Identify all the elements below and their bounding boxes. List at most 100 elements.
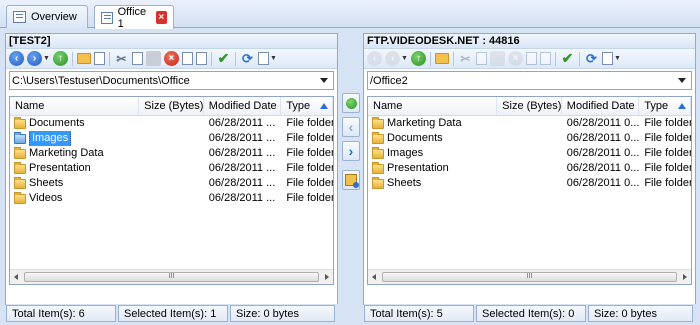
up-folder-icon[interactable]: ↑ (410, 51, 426, 66)
column-modified-date[interactable]: Modified Date (562, 97, 640, 116)
sync-button[interactable] (342, 170, 360, 190)
scroll-right-icon[interactable] (325, 274, 329, 280)
table-row[interactable]: Marketing Data 06/28/2011 0... File fold… (368, 116, 691, 131)
back-icon[interactable]: ‹ (367, 51, 382, 66)
table-row[interactable]: Documents 06/28/2011 ... File folder (10, 116, 333, 131)
table-row[interactable]: Sheets 06/28/2011 ... File folder (10, 176, 333, 191)
chevron-down-icon[interactable] (320, 78, 328, 83)
cut-icon[interactable]: ✂ (114, 51, 129, 66)
transfer-controls: ‹ › (341, 93, 361, 190)
status-total-items: Total Item(s): 5 (364, 305, 474, 322)
column-modified-date[interactable]: Modified Date (204, 97, 282, 116)
column-type[interactable]: Type (281, 97, 333, 116)
properties-icon[interactable] (539, 52, 551, 65)
view-options-icon[interactable] (257, 52, 269, 65)
file-name: Images (387, 147, 424, 159)
check-icon[interactable]: ✔ (216, 50, 231, 66)
column-type[interactable]: Type (639, 97, 691, 116)
tab-office-1[interactable]: Office 1 × (94, 5, 174, 30)
local-path-combobox[interactable]: C:\Users\Testuser\Documents\Office (9, 71, 334, 90)
table-row[interactable]: Documents 06/28/2011 0... File folder (368, 131, 691, 146)
horizontal-scrollbar[interactable]: III (10, 269, 333, 284)
remote-file-list[interactable]: Name Size (Bytes) Modified Date Type Mar… (367, 96, 692, 285)
refresh-icon[interactable]: ⟳ (584, 51, 599, 66)
table-row[interactable]: Sheets 06/28/2011 0... File folder (368, 176, 691, 191)
rename-icon[interactable] (181, 52, 193, 65)
file-type: File folder (286, 162, 333, 174)
tab-overview-label: Overview (31, 11, 77, 23)
file-type: File folder (644, 147, 691, 159)
remote-panel-title: FTP.VIDEODESK.NET : 44816 (364, 34, 695, 49)
column-size[interactable]: Size (Bytes) (497, 97, 562, 116)
file-date: 06/28/2011 0... (566, 177, 640, 189)
copy-icon[interactable] (475, 52, 487, 65)
forward-icon[interactable]: › (27, 51, 42, 66)
toolbar-separator (71, 51, 73, 66)
file-name: Presentation (29, 162, 91, 174)
scroll-right-icon[interactable] (683, 274, 687, 280)
chevron-down-icon[interactable] (678, 78, 686, 83)
table-row[interactable]: Videos 06/28/2011 ... File folder (10, 191, 333, 206)
file-size (497, 176, 562, 191)
folder-icon (372, 116, 384, 129)
history-dropdown-icon[interactable]: ▼ (401, 55, 408, 62)
file-name: Documents (387, 132, 443, 144)
close-tab-icon[interactable]: × (155, 11, 167, 24)
column-name[interactable]: Name (368, 97, 498, 116)
paste-icon[interactable] (145, 51, 161, 66)
remote-path-combobox[interactable]: /Office2 (367, 71, 692, 90)
file-type: File folder (644, 117, 691, 129)
view-options-icon[interactable] (601, 52, 613, 65)
local-file-list[interactable]: Name Size (Bytes) Modified Date Type Doc… (9, 96, 334, 285)
history-dropdown-icon[interactable]: ▼ (43, 55, 50, 62)
new-folder-icon[interactable] (434, 53, 449, 64)
view-dropdown-icon[interactable]: ▼ (614, 55, 621, 62)
file-date: 06/28/2011 0... (566, 132, 640, 144)
horizontal-scrollbar[interactable]: III (368, 269, 691, 284)
file-name: Marketing Data (387, 117, 462, 129)
delete-icon[interactable]: × (507, 51, 523, 66)
file-type: File folder (286, 147, 333, 159)
properties-icon[interactable] (195, 52, 207, 65)
sort-ascending-icon (678, 103, 686, 109)
tab-overview[interactable]: Overview (6, 5, 88, 28)
copy-icon[interactable] (131, 52, 143, 65)
transfer-right-button[interactable]: › (342, 141, 360, 161)
file-name: Marketing Data (29, 147, 104, 159)
folder-icon (14, 176, 26, 189)
check-icon[interactable]: ✔ (560, 50, 575, 66)
up-folder-icon[interactable]: ↑ (52, 51, 68, 66)
file-type: File folder (286, 117, 333, 129)
new-folder-icon[interactable] (76, 53, 91, 64)
file-name: Sheets (387, 177, 422, 189)
table-row-selected[interactable]: Images 06/28/2011 ... File folder (10, 131, 333, 146)
forward-icon[interactable]: › (385, 51, 400, 66)
toolbar-separator (108, 51, 110, 66)
transfer-left-button[interactable]: ‹ (342, 117, 360, 137)
table-row[interactable]: Presentation 06/28/2011 0... File folder (368, 161, 691, 176)
table-row[interactable]: Images 06/28/2011 0... File folder (368, 146, 691, 161)
status-dot-icon (345, 97, 357, 109)
column-name[interactable]: Name (10, 97, 140, 116)
remote-status-bar: Total Item(s): 5 Selected Item(s): 0 Siz… (364, 304, 697, 323)
table-row[interactable]: Presentation 06/28/2011 ... File folder (10, 161, 333, 176)
scroll-left-icon[interactable] (14, 274, 18, 280)
column-size[interactable]: Size (Bytes) (139, 97, 204, 116)
refresh-icon[interactable]: ⟳ (240, 51, 255, 66)
connect-button[interactable] (342, 93, 360, 113)
new-file-icon[interactable] (93, 52, 105, 65)
list-header: Name Size (Bytes) Modified Date Type (10, 97, 333, 116)
back-icon[interactable]: ‹ (9, 51, 24, 66)
column-type-label: Type (644, 100, 669, 112)
paste-icon[interactable] (489, 51, 505, 66)
delete-icon[interactable]: × (163, 51, 179, 66)
scroll-thumb[interactable]: III (382, 272, 677, 282)
scroll-thumb[interactable]: III (24, 272, 319, 282)
cut-icon[interactable]: ✂ (458, 51, 473, 66)
status-selected-items: Selected Item(s): 0 (476, 305, 586, 322)
view-dropdown-icon[interactable]: ▼ (270, 55, 277, 62)
file-name: Documents (29, 117, 85, 129)
rename-icon[interactable] (525, 52, 537, 65)
table-row[interactable]: Marketing Data 06/28/2011 ... File folde… (10, 146, 333, 161)
scroll-left-icon[interactable] (372, 274, 376, 280)
